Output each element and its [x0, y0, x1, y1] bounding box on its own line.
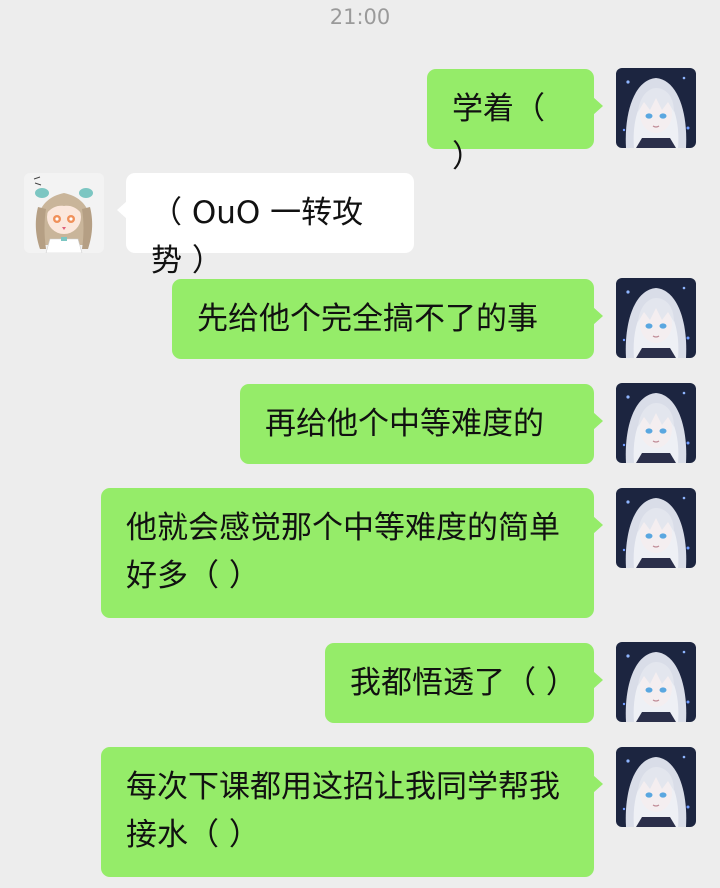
avatar-image	[616, 642, 696, 722]
avatar-image	[616, 383, 696, 463]
avatar-image	[616, 68, 696, 148]
my-avatar-icon[interactable]	[616, 642, 696, 722]
my-avatar-icon[interactable]	[616, 68, 696, 148]
my-avatar-icon[interactable]	[616, 747, 696, 827]
message-bubble[interactable]: 再给他个中等难度的	[240, 384, 603, 464]
message-bubble[interactable]: 他就会感觉那个中等难度的简单好多（ ）	[101, 488, 603, 618]
avatar-image	[616, 278, 696, 358]
avatar-image	[616, 488, 696, 568]
message-bubble[interactable]: 先给他个完全搞不了的事	[172, 279, 603, 359]
my-avatar-icon[interactable]	[616, 278, 696, 358]
message-bubble[interactable]: 每次下课都用这招让我同学帮我接水（ ）	[101, 747, 603, 877]
avatar-image	[616, 747, 696, 827]
message-bubble[interactable]: 学着（ ）	[427, 69, 603, 175]
my-avatar-icon[interactable]	[616, 488, 696, 568]
message-bubble[interactable]: 我都悟透了（ ）	[325, 643, 603, 723]
avatar-image	[24, 173, 104, 253]
message-bubble[interactable]: （ OuO 一转攻势 ）	[117, 173, 414, 279]
chat-area[interactable]: 21:00 学着（ ） （ OuO 一转攻势 ） 先给他个完全搞不了的事 再给他…	[0, 0, 720, 888]
message-timestamp: 21:00	[329, 5, 391, 29]
my-avatar-icon[interactable]	[616, 383, 696, 463]
other-avatar-icon[interactable]	[24, 173, 104, 253]
